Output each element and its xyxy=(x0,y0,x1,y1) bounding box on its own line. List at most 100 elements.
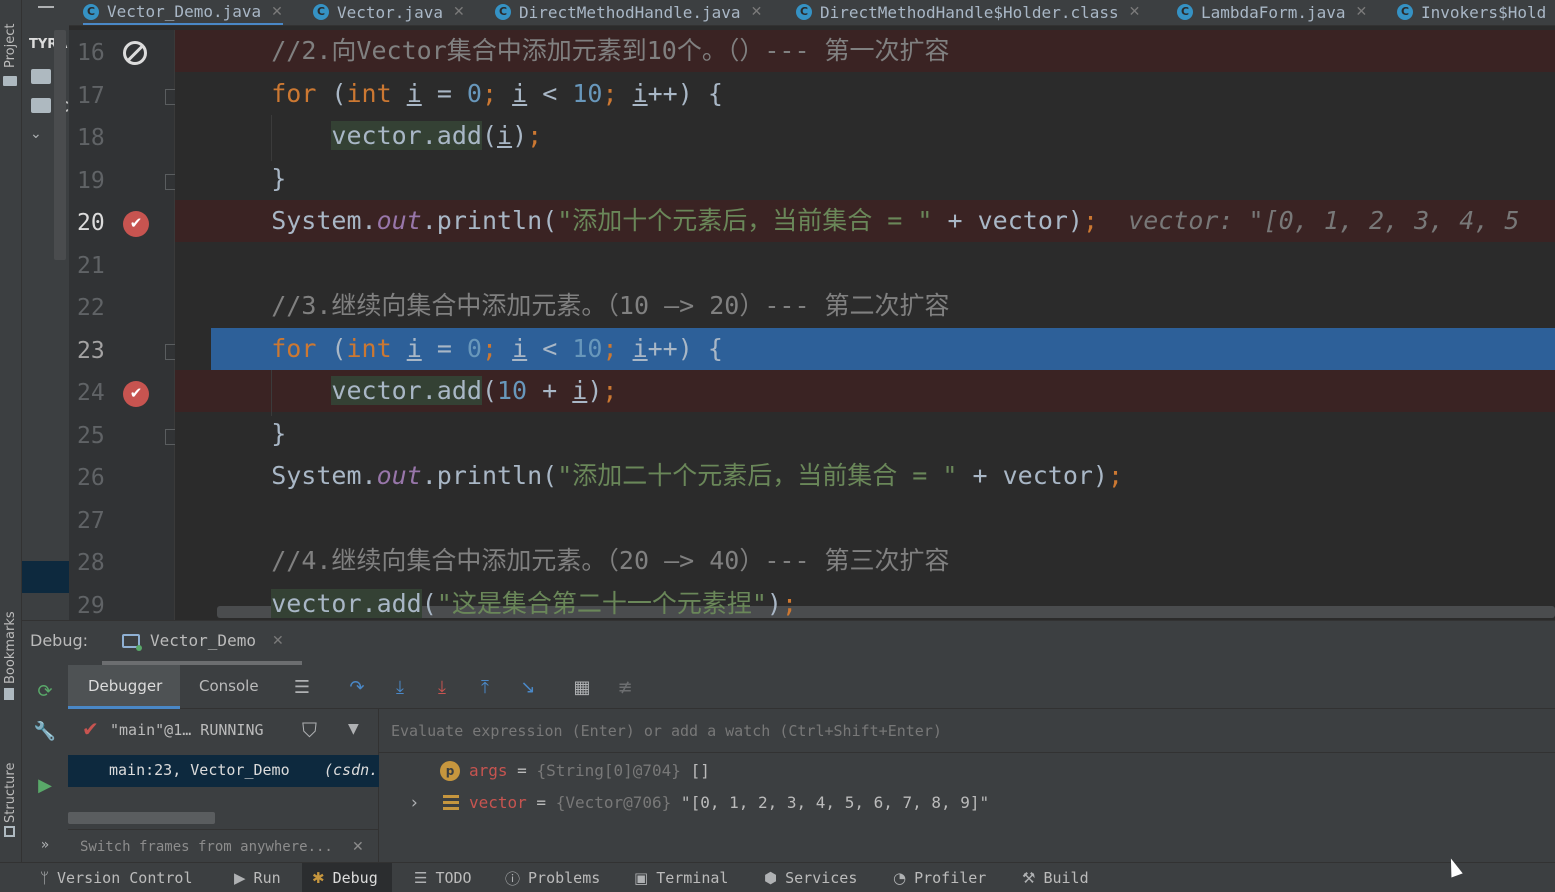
close-icon[interactable]: ✕ xyxy=(352,839,364,855)
tab-lambda-form[interactable]: C LambdaForm.java ✕ xyxy=(1177,0,1367,24)
code-line[interactable]: System.out.println("添加二十个元素后，当前集合 = " + … xyxy=(175,455,1555,497)
bookmarks-tool-tab[interactable]: Bookmarks xyxy=(0,600,22,700)
breakpoint-icon[interactable]: ✔ xyxy=(123,211,149,237)
toolwindow-build[interactable]: ⚒ Build xyxy=(1022,863,1089,892)
code-line[interactable] xyxy=(175,243,1555,285)
toolwindow-run[interactable]: ▶ Run xyxy=(234,863,281,892)
toolwindow-debug[interactable]: ✱ Debug xyxy=(302,863,392,892)
evaluate-expression-icon[interactable]: ▦ xyxy=(570,675,594,699)
code-line[interactable]: } xyxy=(175,158,1555,200)
code-line[interactable]: for (int i = 0; i < 10; i++) { xyxy=(211,327,1555,370)
toolwindow-label: Run xyxy=(253,869,281,887)
tab-direct-method-handle-holder[interactable]: C DirectMethodHandle$Holder.class ✕ xyxy=(796,0,1140,24)
code-token: ; xyxy=(1107,461,1124,490)
selected-node[interactable] xyxy=(22,561,69,593)
tab-debugger-label: Debugger xyxy=(88,677,163,695)
code-line[interactable]: vector.add(i); xyxy=(175,115,1555,157)
close-icon[interactable]: ✕ xyxy=(1356,4,1368,20)
layout-menu-icon[interactable]: ☰ xyxy=(290,675,314,699)
code-token: ; xyxy=(481,78,498,108)
code-token: vector.add xyxy=(271,588,422,618)
code-line[interactable]: //4.继续向集合中添加元素。（20 —> 40）--- 第三次扩容 xyxy=(175,540,1555,582)
class-icon: C xyxy=(313,4,329,20)
tab-vector[interactable]: C Vector.java ✕ xyxy=(313,0,465,24)
folder-icon xyxy=(3,76,17,86)
step-over-icon[interactable]: ↷ xyxy=(345,675,369,699)
tab-debugger[interactable]: Debugger xyxy=(68,665,180,709)
tab-console[interactable]: Console xyxy=(182,665,282,709)
code-line[interactable]: vector.add(10 + i); xyxy=(175,370,1555,412)
toolwindow-label: Terminal xyxy=(656,869,729,887)
code-token: System. xyxy=(211,206,377,235)
close-icon[interactable]: ✕ xyxy=(453,4,465,20)
breakpoint-icon[interactable]: ✔ xyxy=(123,381,149,407)
variable-row[interactable]: › vector = {Vector@706} "[0, 1, 2, 3, 4, … xyxy=(379,791,1555,821)
line-number: 18 xyxy=(77,125,105,151)
project-scrollbar[interactable] xyxy=(54,30,66,260)
dropdown-arrow-icon[interactable]: ▼ xyxy=(348,721,359,737)
filter-icon[interactable]: ⛉ xyxy=(302,718,317,742)
thread-selector[interactable]: ✔ "main"@1… RUNNING ⛉ ▼ xyxy=(68,709,379,751)
code-line[interactable]: //2.向Vector集合中添加元素到10个。（）--- 第一次扩容 xyxy=(175,30,1555,72)
tab-invokers-holder[interactable]: C Invokers$Hold xyxy=(1397,0,1546,24)
code-token: 0 xyxy=(466,78,482,108)
rerun-icon[interactable]: ⟳ xyxy=(33,679,57,703)
variable-type: {Vector@706} xyxy=(555,793,672,812)
more-icon[interactable]: » xyxy=(33,833,57,857)
tab-vector-demo[interactable]: C Vector_Demo.java ✕ xyxy=(83,0,283,25)
editor-tab-bar: C Vector_Demo.java ✕ C Vector.java ✕ C D… xyxy=(69,0,1555,26)
frames-hscrollbar[interactable] xyxy=(68,812,215,824)
tab-direct-method-handle[interactable]: C DirectMethodHandle.java ✕ xyxy=(495,0,762,24)
code-token: i xyxy=(632,333,648,363)
toolwindow-profiler[interactable]: ◔ Profiler xyxy=(893,863,986,892)
code-token: i xyxy=(572,376,588,405)
code-line[interactable] xyxy=(175,498,1555,540)
minimize-icon[interactable] xyxy=(38,6,54,8)
code-line[interactable]: } xyxy=(175,413,1555,455)
code-token: ; xyxy=(602,333,618,363)
code-editor[interactable]: //2.向Vector集合中添加元素到10个。（）--- 第一次扩容 for (… xyxy=(175,30,1555,620)
toolwindow-problems[interactable]: ⓘ Problems xyxy=(505,863,600,892)
code-line[interactable]: System.out.println("添加十个元素后，当前集合 = " + v… xyxy=(175,200,1555,242)
chevron-right-icon[interactable]: › xyxy=(411,793,418,813)
toolwindow-version-control[interactable]: ᛘ Version Control xyxy=(40,863,192,892)
close-icon[interactable]: ✕ xyxy=(271,4,283,20)
muted-breakpoint-icon[interactable] xyxy=(123,41,147,65)
session-tab[interactable]: Vector_Demo ✕ xyxy=(102,621,302,665)
step-out-icon[interactable]: ⤒ xyxy=(473,675,497,699)
resume-icon[interactable]: ▶ xyxy=(33,773,57,797)
toolwindow-services[interactable]: ⬢ Services xyxy=(764,863,857,892)
close-icon[interactable]: ✕ xyxy=(751,4,763,20)
trace-stream-icon[interactable]: ≢ xyxy=(613,675,637,699)
code-token: vector.add xyxy=(331,121,482,150)
close-icon[interactable]: ✕ xyxy=(272,633,284,649)
chevron-down-icon[interactable]: ⌄ xyxy=(30,126,42,142)
project-tool-tab[interactable]: Project xyxy=(0,0,22,70)
tab-label: Vector.java xyxy=(337,2,443,22)
class-icon: C xyxy=(495,4,511,20)
code-token: .println( xyxy=(421,206,558,235)
run-to-cursor-icon[interactable]: ↘ xyxy=(516,675,540,699)
thread-label: "main"@1… RUNNING xyxy=(110,721,264,739)
code-line[interactable]: vector.add("这是集合第二十一个元素捏"); xyxy=(175,583,1555,621)
force-step-into-icon[interactable]: ⤓ xyxy=(430,675,454,699)
close-icon[interactable]: ✕ xyxy=(1129,4,1141,20)
settings-wrench-icon[interactable]: 🔧 xyxy=(33,719,57,743)
hammer-icon: ⚒ xyxy=(1022,869,1036,887)
toolwindow-terminal[interactable]: ▣ Terminal xyxy=(634,863,728,892)
line-number: 22 xyxy=(77,295,105,321)
toolwindow-todo[interactable]: ☰ TODO xyxy=(414,863,472,892)
code-token: ; xyxy=(602,78,618,108)
editor-gutter[interactable]: 16 17 18 19 20 ✔ 21 22 23 24 ✔ 25 26 27 28 29 xyxy=(69,30,211,620)
switch-frames-hint[interactable]: Switch frames from anywhere... ✕ xyxy=(68,829,379,863)
evaluate-input[interactable]: Evaluate expression (Enter) or add a wat… xyxy=(379,709,1555,753)
line-number: 16 xyxy=(77,40,105,66)
step-into-icon[interactable]: ⤓ xyxy=(388,675,412,699)
debug-title: Debug: xyxy=(30,631,89,650)
toolwindow-label: TODO xyxy=(435,869,472,887)
code-line[interactable]: for (int i = 0; i < 10; i++) { xyxy=(175,73,1555,115)
frame-row-selected[interactable]: main:23, Vector_Demo (csdn. xyxy=(68,755,379,787)
code-line[interactable]: //3.继续向集合中添加元素。（10 —> 20）--- 第二次扩容 xyxy=(175,285,1555,327)
variable-row[interactable]: p args = {String[0]@704} [] xyxy=(379,759,1555,789)
